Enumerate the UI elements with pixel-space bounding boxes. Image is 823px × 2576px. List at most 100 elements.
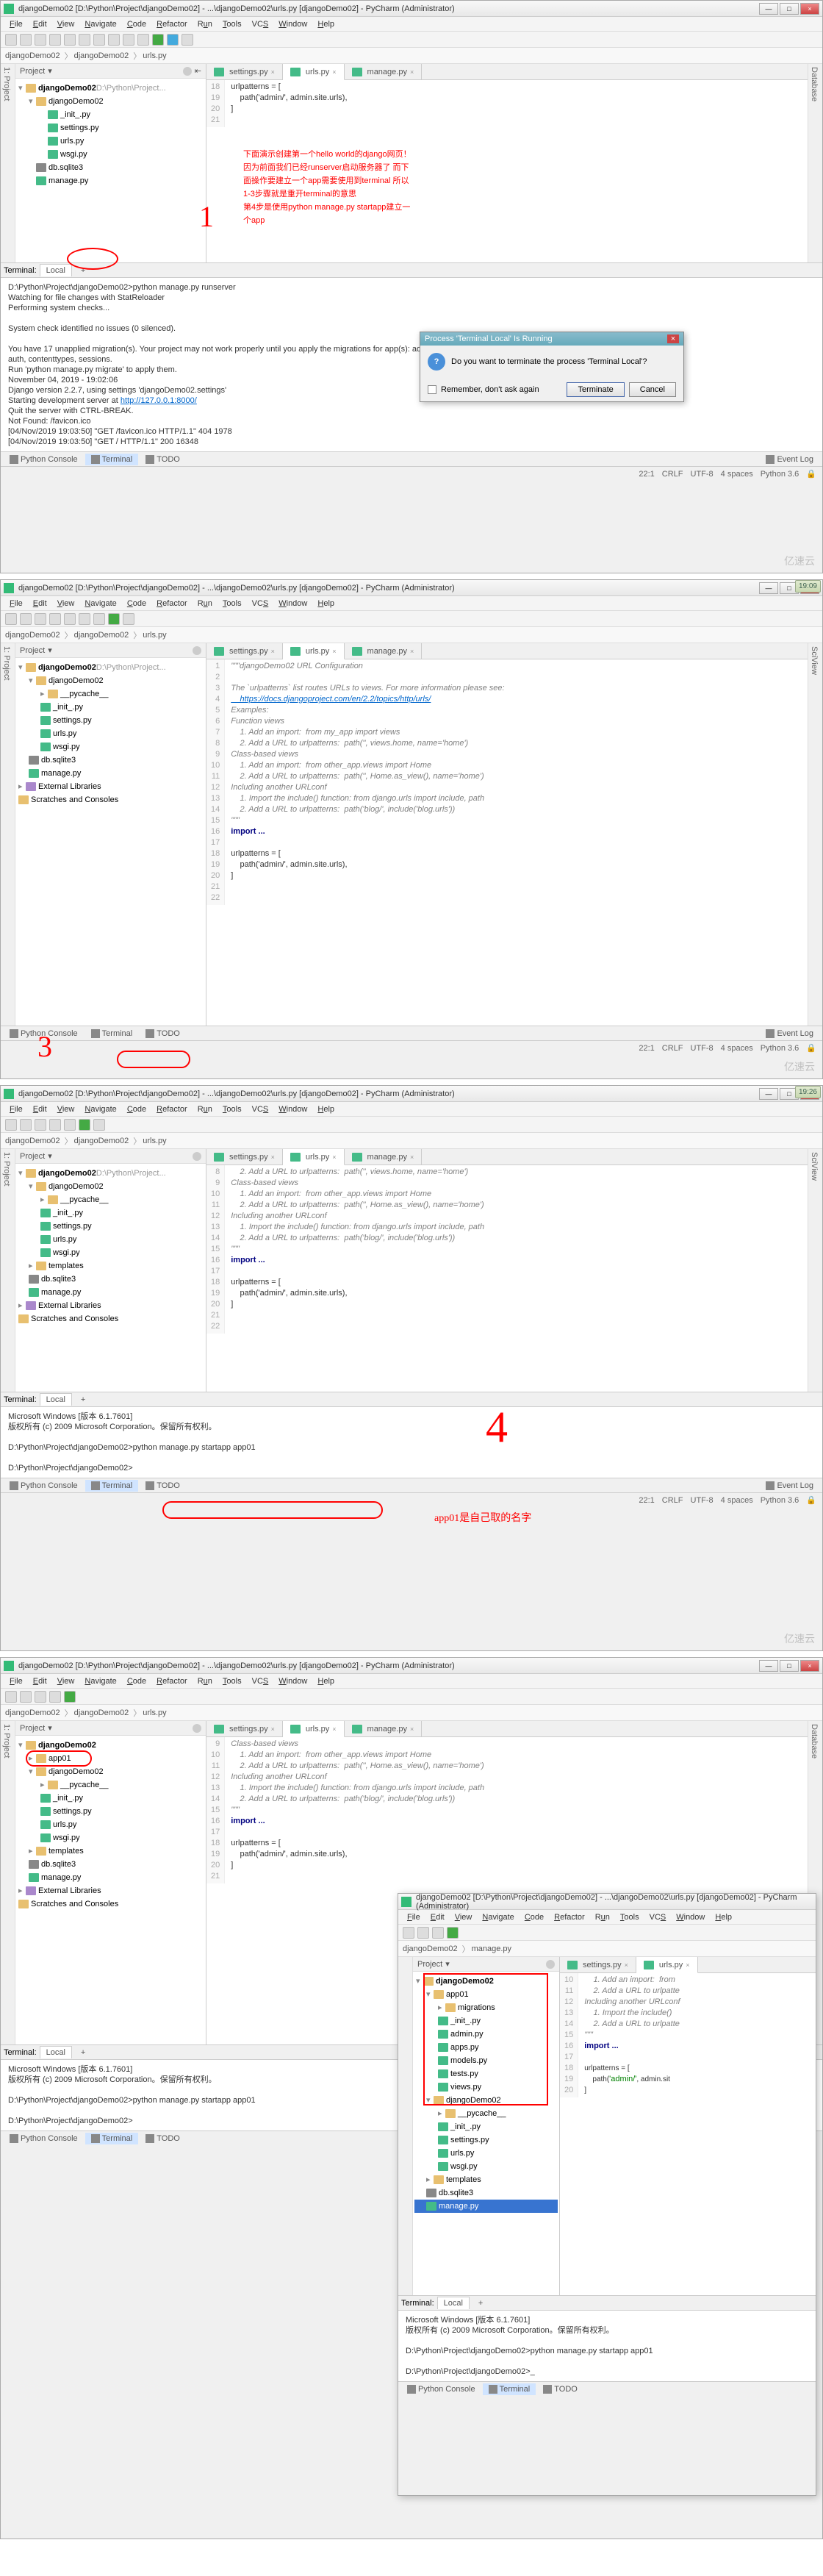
- paste-icon[interactable]: [108, 34, 120, 46]
- dialog-titlebar[interactable]: Process 'Terminal Local' Is Running ×: [420, 332, 683, 346]
- minimize-button[interactable]: —: [759, 582, 778, 594]
- menu-file[interactable]: File: [5, 18, 27, 30]
- terminal-panel: Terminal: Local + D:\Python\Project\djan…: [1, 262, 822, 451]
- save-icon[interactable]: [20, 34, 32, 46]
- tab-settings[interactable]: settings.py×: [206, 64, 283, 79]
- app-icon: [4, 4, 14, 14]
- todo-icon: [145, 455, 154, 464]
- tab-terminal[interactable]: Terminal: [85, 454, 139, 465]
- left-gutter[interactable]: 1: Project: [1, 64, 15, 262]
- tree-settings[interactable]: settings.py: [17, 121, 204, 135]
- stop-icon[interactable]: [182, 34, 193, 46]
- run-icon[interactable]: [152, 34, 164, 46]
- tab-python-console[interactable]: Python Console: [4, 454, 84, 465]
- menu-navigate[interactable]: Navigate: [80, 18, 121, 30]
- statusbar: 22:1 CRLF UTF-8 4 spaces Python 3.6 🔒: [1, 466, 822, 481]
- terminal-tab-bar: Terminal: Local +: [1, 263, 822, 278]
- gear-icon[interactable]: [183, 67, 192, 76]
- annotation-circle-local: [67, 248, 118, 270]
- tree-manage[interactable]: manage.py: [17, 174, 204, 187]
- terminal-icon: [91, 455, 100, 464]
- pycharm-window-1: djangoDemo02 [D:\Python\Project\djangoDe…: [0, 0, 823, 573]
- collapse-icon[interactable]: ⇤: [195, 66, 201, 76]
- crumb-folder[interactable]: djangoDemo02: [74, 51, 129, 60]
- left-gutter[interactable]: 1: Project: [1, 643, 15, 1026]
- terminal-output[interactable]: Microsoft Windows [版本 6.1.7601] 版权所有 (c)…: [1, 1407, 822, 1478]
- redo-icon[interactable]: [64, 34, 76, 46]
- tree-inner[interactable]: ▾djangoDemo02: [17, 95, 204, 108]
- debug-icon[interactable]: [167, 34, 179, 46]
- menu-view[interactable]: View: [53, 18, 79, 30]
- cancel-button[interactable]: Cancel: [629, 382, 676, 397]
- terminal-output[interactable]: D:\Python\Project\djangoDemo02>python ma…: [1, 278, 822, 451]
- watermark: 亿速云: [784, 554, 815, 568]
- menu-edit[interactable]: Edit: [29, 18, 51, 30]
- tab-urls[interactable]: urls.py×: [283, 643, 345, 659]
- crumb-root[interactable]: djangoDemo02: [5, 51, 60, 60]
- tree-db[interactable]: db.sqlite3: [17, 161, 204, 174]
- annotation-mark-3: 3: [37, 1029, 52, 1064]
- tree-manage-selected[interactable]: manage.py: [414, 2200, 558, 2213]
- tab-settings[interactable]: settings.py×: [206, 643, 283, 659]
- tab-event-log[interactable]: Event Log: [760, 454, 819, 465]
- line-ending[interactable]: CRLF: [662, 470, 683, 479]
- run-icon[interactable]: [108, 613, 120, 625]
- tab-todo[interactable]: TODO: [140, 454, 186, 465]
- open-icon[interactable]: [5, 34, 17, 46]
- annotation-circle-terminal: [117, 1051, 190, 1068]
- remember-checkbox[interactable]: [428, 385, 436, 394]
- terminate-button[interactable]: Terminate: [567, 382, 624, 397]
- menu-run[interactable]: Run: [193, 18, 217, 30]
- tab-todo[interactable]: TODO: [140, 1028, 186, 1040]
- annotation-app01-name: app01是自己取的名字: [434, 1512, 531, 1525]
- tree-wsgi[interactable]: wsgi.py: [17, 148, 204, 161]
- dialog-message: Do you want to terminate the process 'Te…: [451, 357, 647, 366]
- menu-window[interactable]: Window: [274, 18, 312, 30]
- maximize-button[interactable]: □: [780, 3, 799, 15]
- window-title: djangoDemo02 [D:\Python\Project\djangoDe…: [18, 4, 759, 13]
- tree-root[interactable]: ▾djangoDemo02 D:\Python\Project...: [17, 82, 204, 95]
- close-icon[interactable]: ×: [410, 68, 414, 76]
- menu-tools[interactable]: Tools: [218, 18, 246, 30]
- tab-manage[interactable]: manage.py×: [345, 643, 423, 659]
- tab-urls[interactable]: urls.py×: [283, 64, 345, 80]
- menu-help[interactable]: Help: [313, 18, 339, 30]
- tab-terminal[interactable]: Terminal: [85, 1028, 139, 1040]
- cursor-pos: 22:1: [639, 470, 654, 479]
- project-header[interactable]: Project ▾ ⇤: [15, 64, 206, 79]
- cut-icon[interactable]: [79, 34, 90, 46]
- project-panel: Project ▾ ▾djangoDemo02 D:\Python\Projec…: [15, 643, 206, 1026]
- tab-manage[interactable]: manage.py×: [345, 64, 423, 79]
- back-icon[interactable]: [123, 34, 134, 46]
- terminal-tab-local[interactable]: Local: [40, 264, 72, 276]
- menu-vcs[interactable]: VCS: [248, 18, 273, 30]
- minimize-button[interactable]: —: [759, 3, 778, 15]
- dialog-close-icon[interactable]: ×: [667, 334, 679, 343]
- right-gutter[interactable]: Database: [808, 64, 822, 262]
- close-icon[interactable]: ×: [271, 68, 275, 76]
- undo-icon[interactable]: [49, 34, 61, 46]
- tree-init[interactable]: _init_.py: [17, 108, 204, 121]
- indent[interactable]: 4 spaces: [721, 470, 753, 479]
- code-editor[interactable]: 12345678910111213141516171819202122 """d…: [206, 659, 808, 905]
- interpreter[interactable]: Python 3.6: [761, 470, 799, 479]
- terminal-label: Terminal:: [4, 266, 37, 275]
- tree-urls[interactable]: urls.py: [17, 135, 204, 148]
- forward-icon[interactable]: [137, 34, 149, 46]
- encoding[interactable]: UTF-8: [691, 470, 714, 479]
- titlebar[interactable]: djangoDemo02 [D:\Python\Project\djangoDe…: [1, 580, 822, 596]
- pycharm-window-3: djangoDemo02 [D:\Python\Project\djangoDe…: [0, 1085, 823, 1651]
- code-editor[interactable]: 18192021 urlpatterns = [ path('admin/', …: [206, 80, 808, 127]
- refresh-icon[interactable]: [35, 34, 46, 46]
- menu-code[interactable]: Code: [123, 18, 151, 30]
- gear-icon[interactable]: [193, 646, 201, 655]
- copy-icon[interactable]: [93, 34, 105, 46]
- tab-event-log[interactable]: Event Log: [760, 1028, 819, 1040]
- crumb-file[interactable]: urls.py: [143, 51, 166, 60]
- menu-refactor[interactable]: Refactor: [152, 18, 192, 30]
- close-button[interactable]: ×: [800, 3, 819, 15]
- titlebar[interactable]: djangoDemo02 [D:\Python\Project\djangoDe…: [1, 1, 822, 17]
- annotation-text-1: 下面演示创建第一个hello world的django网页！ 因为前面我们已经r…: [243, 148, 684, 227]
- log-icon: [766, 455, 775, 464]
- close-icon[interactable]: ×: [332, 68, 336, 76]
